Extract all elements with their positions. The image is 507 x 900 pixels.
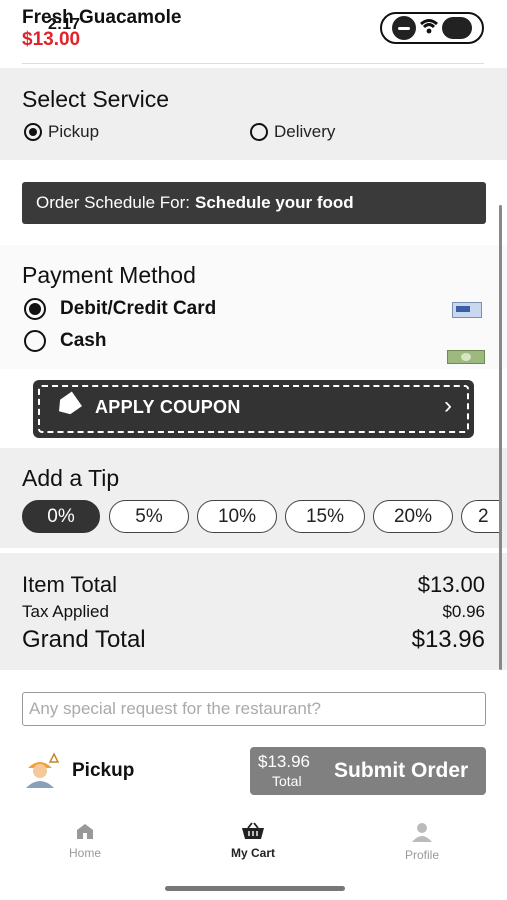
- chevron-right-icon: ›: [444, 392, 452, 419]
- delivery-option[interactable]: Delivery: [250, 122, 335, 142]
- scrollbar[interactable]: [499, 205, 502, 670]
- nav-my-cart[interactable]: My Cart: [203, 822, 303, 860]
- service-title: Select Service: [22, 86, 170, 112]
- grand-total-value: $13.96: [411, 626, 485, 653]
- tip-option-15[interactable]: 15%: [285, 500, 365, 533]
- service-section: [0, 68, 507, 160]
- home-icon: [77, 824, 93, 839]
- pickup-person-icon: [22, 752, 62, 788]
- tip-option-10[interactable]: 10%: [197, 500, 277, 533]
- pickup-label: Pickup: [48, 122, 100, 141]
- card-option[interactable]: Debit/Credit Card: [24, 298, 216, 320]
- home-indicator[interactable]: [165, 886, 345, 891]
- coupon-label: APPLY COUPON: [95, 397, 241, 417]
- item-total-label: Item Total: [22, 572, 117, 597]
- cash-icon: [447, 350, 485, 364]
- payment-title: Payment Method: [22, 262, 196, 288]
- nav-profile-label: Profile: [404, 848, 439, 862]
- pickup-option[interactable]: Pickup: [24, 122, 99, 142]
- tax-label: Tax Applied: [22, 602, 109, 621]
- credit-card-icon: [452, 302, 482, 318]
- special-request-input[interactable]: [22, 692, 486, 726]
- tip-option-partial[interactable]: 2: [461, 500, 501, 533]
- item-total-value: $13.00: [417, 572, 485, 597]
- cash-radio[interactable]: [24, 330, 46, 352]
- schedule-value: Schedule your food: [195, 193, 354, 212]
- item-price: $13.00: [22, 29, 81, 50]
- schedule-prefix: Order Schedule For:: [36, 193, 191, 212]
- nav-home-label: Home: [68, 846, 101, 860]
- delivery-label: Delivery: [274, 122, 336, 141]
- apply-coupon-button[interactable]: APPLY COUPON ›: [33, 380, 474, 438]
- tip-title: Add a Tip: [22, 465, 120, 491]
- tax-value: $0.96: [442, 602, 485, 621]
- card-label: Debit/Credit Card: [60, 298, 217, 319]
- wifi-icon: [419, 18, 439, 39]
- submit-order-button[interactable]: $13.96 Total Submit Order: [250, 747, 486, 795]
- nav-my-cart-label: My Cart: [230, 846, 275, 860]
- tip-option-0[interactable]: 0%: [22, 500, 100, 533]
- tip-section: [0, 448, 507, 548]
- nav-profile[interactable]: Profile: [372, 822, 472, 862]
- profile-icon: [412, 823, 432, 842]
- basket-icon: [242, 822, 264, 839]
- delivery-radio[interactable]: [250, 123, 268, 141]
- do-not-disturb-icon: [391, 16, 416, 40]
- divider: [22, 63, 484, 64]
- grand-total-label: Grand Total: [22, 626, 146, 653]
- fulfillment-mode-label: Pickup: [72, 760, 135, 781]
- pickup-radio[interactable]: [24, 123, 42, 141]
- submit-label: Submit Order: [334, 759, 469, 782]
- nav-home[interactable]: Home: [35, 822, 135, 860]
- order-schedule-button[interactable]: Order Schedule For: Schedule your food: [22, 182, 486, 224]
- tip-option-5[interactable]: 5%: [109, 500, 189, 533]
- cash-label: Cash: [60, 330, 107, 351]
- status-indicators: [380, 12, 484, 44]
- cash-option[interactable]: Cash: [24, 330, 106, 352]
- tip-option-20[interactable]: 20%: [373, 500, 453, 533]
- battery-icon: [442, 17, 473, 39]
- submit-price: $13.96: [258, 752, 310, 771]
- submit-total-label: Total: [272, 773, 302, 789]
- card-radio[interactable]: [24, 298, 46, 320]
- item-name: Fresh Guacamole: [22, 7, 182, 28]
